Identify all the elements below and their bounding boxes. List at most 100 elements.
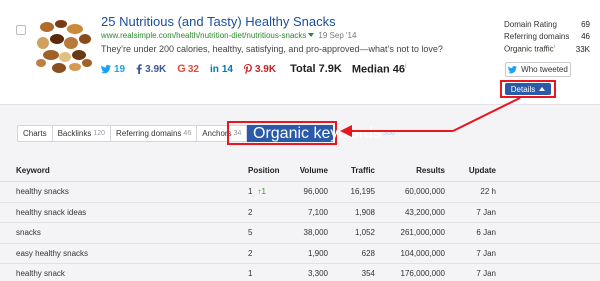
facebook-stat[interactable]: 3.9K [136,64,166,75]
position-value: 1 [248,187,253,197]
volume-cell: 1,900 [307,248,328,258]
pinterest-icon [243,64,252,74]
tab-backlinks[interactable]: Backlinks 120 [52,125,112,142]
metric-referring-domains: Referring domains 46 [504,31,590,44]
update-cell: 22 h [480,187,496,197]
linkedin-stat[interactable]: in 14 [210,64,233,75]
details-label: Details [510,84,536,94]
position-cell: 2 [248,203,252,223]
results-cell: 60,000,000 [404,187,445,197]
details-button[interactable]: Details [505,83,551,95]
table-row: healthy snacks 1 ↑1 96,000 16,195 60,000,… [0,182,600,203]
metric-organic-traffic: Organic traffici 33K [504,43,590,56]
result-url[interactable]: www.realsimple.com/health/nutrition-diet… [101,31,306,40]
pinterest-stat[interactable]: 3.9K [243,63,277,75]
update-cell: 6 Jan [476,228,496,238]
metric-value: 69 [581,19,590,29]
linkedin-icon: in [209,63,219,75]
table-header: Keyword Position Volume Traffic Results … [0,160,600,182]
domain-metrics: Domain Rating 69 Referring domains 46 Or… [504,18,590,56]
median-shares: Median 46i [352,63,407,76]
update-cell: 7 Jan [476,269,496,279]
metric-label-group: Organic traffici [504,44,555,54]
results-cell: 176,000,000 [400,269,446,279]
linkedin-count: 14 [221,63,233,75]
results-cell: 261,000,000 [400,228,446,238]
tab-count: 366 [383,130,395,137]
col-update[interactable]: Update [462,160,496,181]
tab-count: 120 [93,130,106,137]
traffic-cell: 1,052 [354,228,375,238]
metric-domain-rating: Domain Rating 69 [504,18,590,31]
google-plus-stat[interactable]: G 32 [177,63,199,75]
update-cell: 7 Jan [476,248,496,258]
tab-referring-domains[interactable]: Referring domains 46 [111,125,198,142]
info-icon: i [405,62,407,70]
traffic-cell: 16,195 [350,187,375,197]
facebook-icon [136,64,142,74]
keywords-table: Keyword Position Volume Traffic Results … [0,160,600,281]
keyword-cell[interactable]: healthy snack [16,264,65,281]
tab-count: 46 [183,130,192,137]
social-stats: 19 3.9K G 32 in 14 3.9K Total 7.9K Media… [101,62,407,76]
col-position[interactable]: Position [248,160,280,181]
col-keyword[interactable]: Keyword [16,160,50,181]
table-row: healthy snack ideas 2 7,100 1,908 43,200… [0,203,600,223]
tab-label: Organic keywords [253,124,382,142]
twitter-icon [508,65,518,73]
position-value: 1 [248,269,253,279]
position-value: 5 [248,228,253,238]
total-shares: Total 7.9K [290,63,342,75]
twitter-count: 19 [114,63,126,75]
result-title-link[interactable]: 25 Nutritious (and Tasty) Healthy Snacks [101,14,336,29]
result-description: They’re under 200 calories, healthy, sat… [101,44,443,54]
twitter-icon [101,64,111,73]
snack-thumbnail [33,15,95,77]
table-row: easy healthy snacks 2 1,900 628 104,000,… [0,244,600,264]
metric-label: Domain Rating [504,19,557,29]
volume-cell: 7,100 [307,207,328,217]
table-row: snacks 5 38,000 1,052 261,000,000 6 Jan [0,223,600,244]
metric-label: Organic traffic [504,45,554,55]
volume-cell: 38,000 [303,228,328,238]
tab-charts[interactable]: Charts [17,125,53,142]
position-cell: 1 ↑1 [248,182,266,202]
details-highlight: Details [500,80,556,98]
result-date: 19 Sep '14 [318,31,357,40]
twitter-stat[interactable]: 19 [101,64,125,75]
results-cell: 104,000,000 [400,248,446,258]
who-tweeted-label: Who tweeted [521,65,568,74]
col-results[interactable]: Results [395,160,445,181]
col-volume[interactable]: Volume [300,160,328,181]
tab-label: Charts [23,129,47,138]
keyword-cell[interactable]: healthy snack ideas [16,203,86,223]
keyword-cell[interactable]: healthy snacks [16,182,69,202]
keyword-cell[interactable]: easy healthy snacks [16,244,88,264]
caret-down-icon[interactable] [308,33,315,38]
caret-up-icon [539,87,546,91]
volume-cell: 3,300 [307,269,328,279]
who-tweeted-button[interactable]: Who tweeted [505,62,571,77]
table-row: healthy snack 1 3,300 354 176,000,000 7 … [0,264,600,281]
position-cell: 5 [248,223,252,243]
position-cell: 2 [248,244,252,264]
result-card: 25 Nutritious (and Tasty) Healthy Snacks… [0,0,600,105]
update-cell: 7 Jan [476,207,496,217]
tab-label: Backlinks [57,129,92,138]
facebook-count: 3.9K [145,63,167,75]
tab-label: Referring domains [116,129,182,138]
keyword-cell[interactable]: snacks [16,223,41,243]
traffic-cell: 628 [361,248,375,258]
select-checkbox[interactable] [16,25,26,35]
google-plus-icon: G [177,63,186,75]
tab-organic-keywords[interactable]: Organic keywords 366 [247,125,395,142]
pinterest-count: 3.9K [254,63,277,75]
volume-cell: 96,000 [303,187,328,197]
metric-label: Referring domains [504,32,570,42]
col-traffic[interactable]: Traffic [345,160,375,181]
info-icon: i [553,44,555,51]
metric-value: 33K [575,44,590,54]
traffic-cell: 1,908 [354,207,375,217]
position-cell: 1 [248,264,252,281]
position-value: 2 [248,248,253,258]
